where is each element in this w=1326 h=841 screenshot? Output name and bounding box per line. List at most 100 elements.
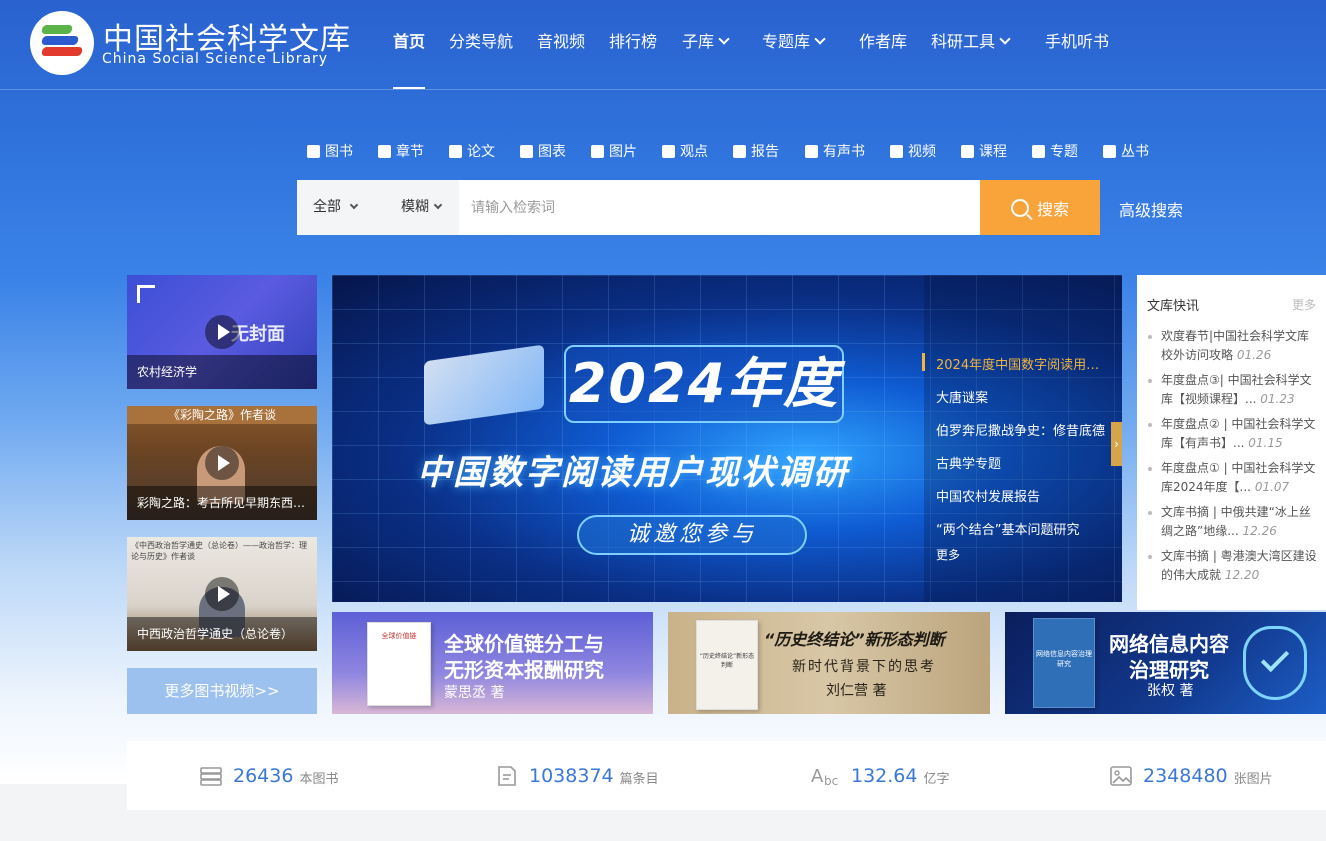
nav-audiobooks[interactable]: 手机听书 [1045, 30, 1109, 89]
type-series-checkbox[interactable]: 丛书 [1103, 141, 1149, 161]
promo-author: 刘仁营 著 [826, 683, 887, 699]
stat-unit: 亿字 [923, 772, 950, 787]
news-item[interactable]: 文库书摘 | 中俄共建“冰上丝绸之路”地缘... 12.26 [1148, 503, 1321, 541]
stat-characters: Abc 132.64 亿字 [811, 741, 950, 810]
type-topic-checkbox[interactable]: 专题 [1032, 141, 1078, 161]
type-book-checkbox[interactable]: 图书 [307, 141, 353, 161]
checkbox-icon[interactable] [1032, 144, 1045, 158]
type-video-checkbox[interactable]: 视频 [890, 141, 936, 161]
nav-research-tools[interactable]: 科研工具 [931, 30, 1011, 89]
stat-value: 1038374 [529, 764, 614, 787]
news-item[interactable]: 年度盘点③| 中国社会科学文库【视频课程】... 01.23 [1148, 371, 1321, 409]
logo-red-stripe [41, 47, 83, 56]
promo-line2: 新时代背景下的思考 [792, 659, 936, 675]
chevron-down-icon [814, 33, 826, 45]
promo-line2: 治理研究 [1129, 658, 1209, 682]
hero-carousel[interactable]: 2024年度 中国数字阅读用户现状调研 诚邀您参与 2024年度中国数字阅读用户… [332, 275, 1122, 602]
checkbox-icon[interactable] [1103, 144, 1116, 158]
promo-author: 蒙思丞 著 [444, 685, 505, 701]
carousel-item[interactable]: 大唐谜案 [936, 387, 1106, 406]
play-icon[interactable] [205, 446, 239, 480]
carousel-item[interactable]: 2024年度中国数字阅读用户现状调研 [936, 354, 1106, 373]
carousel-item[interactable]: “两个结合”基本问题研究 [936, 519, 1106, 538]
promo-banner-1[interactable]: 全球价值链 全球价值链分工与 无形资本报酬研究 蒙思丞 著 [332, 612, 653, 714]
type-chart-checkbox[interactable]: 图表 [520, 141, 566, 161]
stat-books: 26436 本图书 [199, 741, 338, 810]
type-paper-checkbox[interactable]: 论文 [449, 141, 495, 161]
more-videos-button[interactable]: 更多图书视频>> [127, 668, 317, 714]
brand-name-en: China Social Science Library [102, 51, 329, 67]
checkbox-icon[interactable] [520, 144, 533, 158]
checkbox-icon[interactable] [449, 144, 462, 158]
nav-authors[interactable]: 作者库 [859, 30, 907, 89]
search-input[interactable] [459, 180, 979, 235]
checkbox-icon[interactable] [662, 144, 675, 158]
video-caption: 彩陶之路：考古所见早期东西方文化交流 [127, 486, 317, 520]
nav-ranking[interactable]: 排行榜 [609, 30, 657, 89]
news-item[interactable]: 年度盘点② | 中国社会科学文库【有声书】... 01.15 [1148, 415, 1321, 453]
books-icon [199, 764, 223, 788]
carousel-item[interactable]: 伯罗奔尼撒战争史：修昔底德 [936, 420, 1106, 439]
search-button[interactable]: 搜索 [980, 180, 1100, 235]
checkbox-icon[interactable] [890, 144, 903, 158]
carousel-next-icon[interactable]: › [1111, 422, 1122, 466]
svg-text:A: A [811, 766, 824, 787]
nav-home[interactable]: 首页 [393, 30, 426, 89]
chevron-down-icon [433, 200, 443, 210]
advanced-search-link[interactable]: 高级搜索 [1119, 197, 1183, 221]
carousel-item[interactable]: 古典学专题 [936, 453, 1106, 472]
promo-author: 张权 著 [1147, 683, 1194, 699]
promo-banner-3[interactable]: 网络信息内容治理研究 网络信息内容 治理研究 张权 著 [1005, 612, 1326, 714]
video-card-1[interactable]: 无封面 农村经济学 [127, 275, 317, 389]
stat-entries: 1038374 篇条目 [495, 741, 659, 810]
nav-av[interactable]: 音视频 [537, 30, 585, 89]
type-viewpoint-checkbox[interactable]: 观点 [662, 141, 708, 161]
video-card-3[interactable]: 《中西政治哲学通史（总论卷）——政治哲学：理论与历史》作者谈 中西政治哲学通史（… [127, 537, 317, 651]
play-icon[interactable] [205, 315, 239, 349]
promo-line1: 网络信息内容 [1109, 632, 1229, 656]
logo-blue-stripe [41, 36, 79, 45]
news-more-link[interactable]: 更多 [1292, 296, 1316, 313]
nav-topic-library[interactable]: 专题库 [762, 30, 826, 89]
checkbox-icon[interactable] [961, 144, 974, 158]
play-icon[interactable] [205, 577, 239, 611]
nav-category[interactable]: 分类导航 [449, 30, 513, 89]
image-icon [1109, 764, 1133, 788]
news-item[interactable]: 年度盘点① | 中国社会科学文库2024年度【... 01.07 [1148, 459, 1321, 497]
svg-text:bc: bc [824, 774, 838, 788]
stat-value: 2348480 [1143, 764, 1228, 787]
site-header: 中国社会科学文库 China Social Science Library 首页… [0, 0, 1326, 90]
carousel-more-link[interactable]: 更多 [936, 546, 1106, 563]
type-image-checkbox[interactable]: 图片 [591, 141, 637, 161]
type-audiobook-checkbox[interactable]: 有声书 [805, 141, 865, 161]
search-scope-select[interactable]: 全部 [297, 180, 382, 235]
frame-corner-icon [137, 285, 155, 303]
stat-unit: 本图书 [299, 772, 339, 787]
video-cover-banner: 《彩陶之路》作者谈 [127, 406, 317, 424]
stats-bar: 26436 本图书 1038374 篇条目 Abc 132.64 亿字 2348… [127, 741, 1326, 810]
video-cover-banner: 《中西政治哲学通史（总论卷）——政治哲学：理论与历史》作者谈 [131, 541, 307, 561]
site-logo[interactable] [30, 11, 94, 75]
book-cover: “历史终结论”新形态判断 [696, 620, 758, 710]
checkbox-icon[interactable] [733, 144, 746, 158]
checkbox-icon[interactable] [378, 144, 391, 158]
type-chapter-checkbox[interactable]: 章节 [378, 141, 424, 161]
video-caption: 农村经济学 [127, 355, 317, 389]
checkbox-icon[interactable] [307, 144, 320, 158]
promo-banner-2[interactable]: “历史终结论”新形态判断 “历史终结论”新形态判断 新时代背景下的思考 刘仁营 … [668, 612, 990, 714]
news-item[interactable]: 文库书摘 | 粤港澳大湾区建设的伟大成就 12.20 [1148, 547, 1321, 585]
type-report-checkbox[interactable]: 报告 [733, 141, 779, 161]
news-item[interactable]: 欢度春节|中国社会科学文库校外访问攻略 01.26 [1148, 327, 1321, 365]
no-cover-text: 无封面 [231, 324, 285, 345]
video-card-2[interactable]: 《彩陶之路》作者谈 彩陶之路：考古所见早期东西方文化交流 [127, 406, 317, 520]
chevron-down-icon [349, 200, 359, 210]
stat-images: 2348480 张图片 [1109, 741, 1273, 810]
type-course-checkbox[interactable]: 课程 [961, 141, 1007, 161]
nav-sub-library[interactable]: 子库 [682, 30, 730, 89]
checkbox-icon[interactable] [591, 144, 604, 158]
chevron-down-icon [999, 33, 1011, 45]
search-mode-select[interactable]: 模糊 [382, 180, 459, 235]
carousel-item[interactable]: 中国农村发展报告 [936, 486, 1106, 505]
checkbox-icon[interactable] [805, 144, 818, 158]
banner-cta[interactable]: 诚邀您参与 [577, 515, 807, 555]
